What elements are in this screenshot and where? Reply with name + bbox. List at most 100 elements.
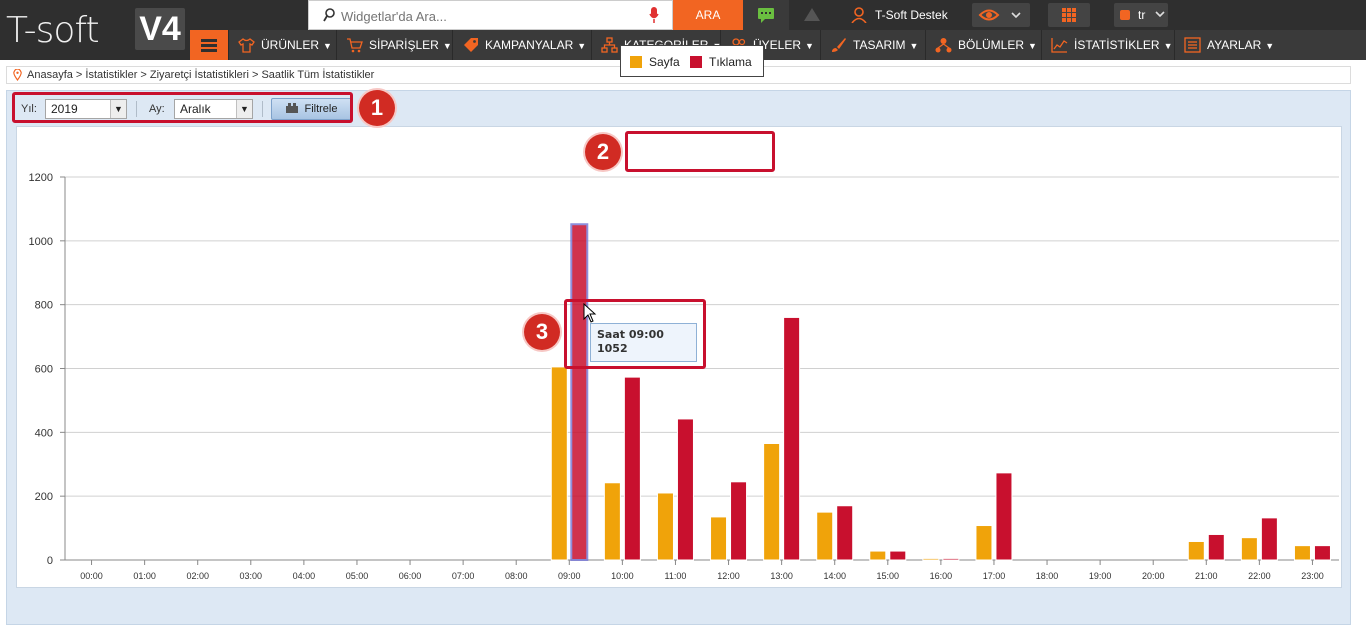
y-tick-label: 800 bbox=[35, 300, 53, 312]
main-nav: ÜRÜNLER▼ SİPARİŞLER▼ KAMPANYALAR▼ KATEGO… bbox=[190, 30, 1366, 60]
bar-page bbox=[816, 511, 834, 561]
bar-click bbox=[995, 472, 1013, 561]
nav-item-statistics[interactable]: İSTATİSTİKLER ▼ bbox=[1041, 30, 1179, 60]
bar-click bbox=[836, 505, 854, 561]
bar-page bbox=[550, 366, 568, 561]
nav-label-orders: SİPARİŞLER bbox=[369, 38, 439, 52]
nav-item-sections[interactable]: BÖLÜMLER ▼ bbox=[925, 30, 1043, 60]
location-pin-icon bbox=[13, 69, 22, 81]
bar-click bbox=[676, 418, 694, 561]
bar-page bbox=[922, 557, 940, 561]
logo[interactable]: T-soft V4 bbox=[0, 0, 190, 60]
x-tick-label: 00:00 bbox=[80, 571, 103, 581]
bar-click bbox=[570, 223, 589, 561]
x-tick-label: 21:00 bbox=[1195, 571, 1218, 581]
x-tick-label: 06:00 bbox=[399, 571, 422, 581]
logo-badge: V4 bbox=[135, 8, 185, 50]
nav-label-campaigns: KAMPANYALAR bbox=[485, 38, 574, 52]
y-tick-label: 1200 bbox=[29, 172, 53, 184]
nav-label-design: TASARIM bbox=[853, 38, 906, 52]
y-tick-label: 200 bbox=[35, 491, 53, 503]
y-tick-label: 400 bbox=[35, 427, 53, 439]
annotation-marker-3: 3 bbox=[524, 314, 560, 350]
settings-list-icon bbox=[1184, 37, 1201, 53]
x-tick-label: 15:00 bbox=[877, 571, 900, 581]
bar-click bbox=[1207, 533, 1225, 561]
annotation-marker-1: 1 bbox=[359, 90, 395, 126]
legend-item-page[interactable]: Sayfa bbox=[630, 55, 680, 69]
bar-page bbox=[1187, 540, 1205, 561]
breadcrumb-text[interactable]: Anasayfa > İstatistikler > Ziyaretçi İst… bbox=[27, 69, 374, 81]
warning-button[interactable] bbox=[789, 0, 835, 30]
search-box bbox=[308, 0, 673, 30]
x-tick-label: 13:00 bbox=[770, 571, 793, 581]
bar-page bbox=[763, 443, 781, 561]
language-flag-icon bbox=[1120, 10, 1130, 20]
x-tick-label: 16:00 bbox=[930, 571, 953, 581]
apps-button[interactable] bbox=[1048, 3, 1090, 27]
nav-item-products[interactable]: ÜRÜNLER ▼ bbox=[228, 30, 338, 60]
eye-icon bbox=[978, 9, 1021, 21]
tag-icon bbox=[464, 38, 478, 52]
bar-page bbox=[869, 550, 887, 561]
bar-page bbox=[1240, 537, 1258, 561]
x-tick-label: 08:00 bbox=[505, 571, 528, 581]
nodes-icon bbox=[935, 38, 952, 53]
annotation-marker-2: 2 bbox=[585, 134, 621, 170]
x-tick-label: 20:00 bbox=[1142, 571, 1165, 581]
legend-label-page: Sayfa bbox=[649, 55, 680, 69]
preview-button[interactable] bbox=[972, 3, 1030, 27]
x-tick-label: 17:00 bbox=[983, 571, 1006, 581]
x-tick-label: 18:00 bbox=[1036, 571, 1059, 581]
bar-page bbox=[656, 492, 674, 561]
shirt-icon bbox=[238, 38, 255, 53]
legend-label-click: Tıklama bbox=[709, 55, 752, 69]
nav-item-settings[interactable]: AYARLAR ▼ bbox=[1174, 30, 1280, 60]
language-selector[interactable]: tr bbox=[1114, 3, 1168, 27]
x-tick-label: 19:00 bbox=[1089, 571, 1112, 581]
search-input[interactable] bbox=[341, 5, 641, 27]
x-tick-label: 05:00 bbox=[346, 571, 369, 581]
bar-click bbox=[730, 481, 748, 561]
bar-page bbox=[975, 525, 993, 561]
bar-page bbox=[710, 516, 728, 561]
microphone-icon[interactable] bbox=[649, 6, 659, 24]
y-tick-label: 1000 bbox=[29, 236, 53, 248]
language-label: tr bbox=[1138, 8, 1146, 22]
annotation-box-legend bbox=[625, 131, 775, 172]
x-tick-label: 04:00 bbox=[293, 571, 316, 581]
nav-item-campaigns[interactable]: KAMPANYALAR ▼ bbox=[452, 30, 592, 60]
bar-click bbox=[1313, 545, 1331, 561]
mouse-cursor-icon bbox=[583, 303, 597, 323]
chart-legend: Sayfa Tıklama bbox=[620, 45, 764, 77]
chat-button[interactable] bbox=[743, 0, 789, 30]
x-tick-label: 01:00 bbox=[133, 571, 156, 581]
search-icon bbox=[323, 8, 335, 25]
y-tick-label: 0 bbox=[47, 555, 53, 567]
x-tick-label: 09:00 bbox=[558, 571, 581, 581]
chart-icon bbox=[1051, 38, 1068, 53]
nav-item-orders[interactable]: SİPARİŞLER ▼ bbox=[336, 30, 458, 60]
hamburger-menu-button[interactable] bbox=[190, 30, 228, 60]
x-tick-label: 22:00 bbox=[1248, 571, 1271, 581]
legend-swatch-page bbox=[630, 56, 642, 68]
search-button[interactable]: ARA bbox=[673, 0, 743, 30]
x-tick-label: 11:00 bbox=[665, 571, 687, 581]
x-tick-label: 07:00 bbox=[452, 571, 475, 581]
x-tick-label: 12:00 bbox=[717, 571, 740, 581]
warning-icon bbox=[804, 8, 820, 21]
bar-click bbox=[1260, 517, 1278, 561]
chevron-down-icon bbox=[1155, 11, 1165, 18]
nav-label-statistics: İSTATİSTİKLER bbox=[1074, 38, 1160, 52]
nav-label-settings: AYARLAR bbox=[1207, 38, 1262, 52]
y-tick-label: 600 bbox=[35, 364, 53, 376]
bar-click bbox=[623, 376, 641, 561]
user-icon bbox=[851, 7, 867, 23]
brush-icon bbox=[832, 38, 846, 52]
nav-item-design[interactable]: TASARIM ▼ bbox=[820, 30, 924, 60]
legend-item-click[interactable]: Tıklama bbox=[690, 55, 752, 69]
user-label: T-Soft Destek bbox=[875, 8, 948, 22]
x-tick-label: 03:00 bbox=[240, 571, 263, 581]
bar-page bbox=[1293, 545, 1311, 561]
user-menu[interactable]: T-Soft Destek bbox=[843, 0, 955, 30]
